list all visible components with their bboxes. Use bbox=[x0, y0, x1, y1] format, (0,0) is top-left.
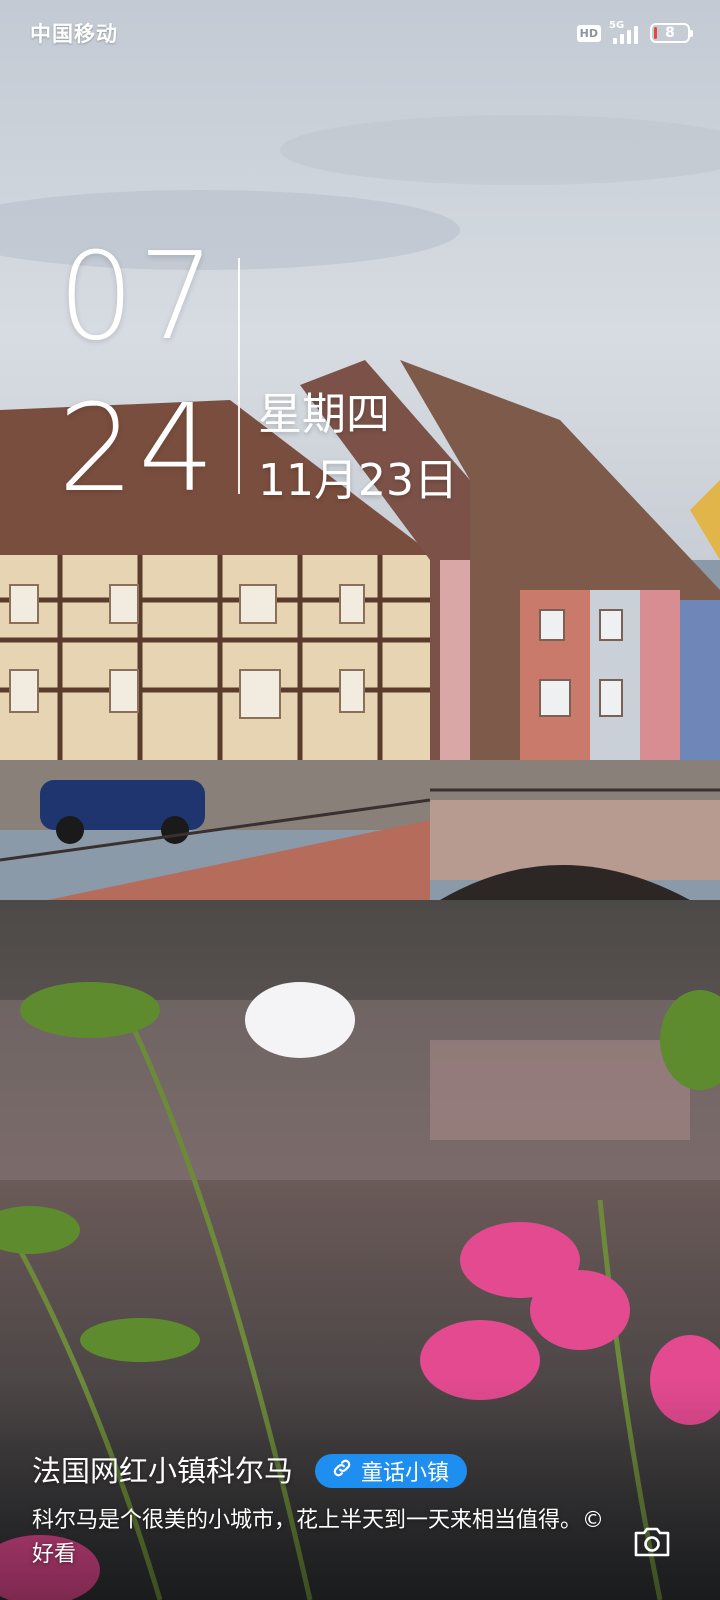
clock-minutes: 24 bbox=[58, 380, 219, 519]
signal-bar bbox=[627, 30, 631, 44]
status-icons: HD 5G 8 bbox=[576, 20, 693, 44]
carrier-name: 中国移动 bbox=[30, 22, 118, 46]
battery-level-fill bbox=[654, 27, 657, 39]
hd-voice-icon: HD bbox=[576, 24, 601, 42]
signal-bar bbox=[620, 34, 624, 44]
clock-divider bbox=[238, 258, 240, 494]
signal-bar bbox=[613, 38, 617, 44]
battery-level-text: 8 bbox=[665, 25, 675, 41]
magazine-tag-label: 童话小镇 bbox=[361, 1461, 450, 1486]
clock-hours: 07 bbox=[58, 228, 219, 367]
battery-icon: 8 bbox=[650, 23, 693, 43]
signal-strength-icon: 5G bbox=[609, 20, 638, 44]
lockscreen-clock: 07 24 星期四 11月23日 bbox=[58, 238, 518, 528]
clock-weekday: 星期四 bbox=[258, 389, 390, 440]
camera-icon bbox=[632, 1525, 672, 1563]
magazine-title[interactable]: 法国网红小镇科尔马 bbox=[32, 1452, 293, 1490]
magazine-caption: 法国网红小镇科尔马 童话小镇 科尔马是个很美的小城市，花上半天到一天来相当值得。… bbox=[32, 1452, 632, 1572]
clock-date: 11月23日 bbox=[258, 455, 458, 506]
network-type-label: 5G bbox=[609, 20, 625, 31]
magazine-description[interactable]: 科尔马是个很美的小城市，花上半天到一天来相当值得。©好看 bbox=[32, 1504, 622, 1572]
signal-bar bbox=[634, 26, 638, 44]
link-icon bbox=[331, 1457, 353, 1485]
caption-header: 法国网红小镇科尔马 童话小镇 bbox=[32, 1452, 632, 1490]
status-bar: 中国移动 HD 5G 8 bbox=[0, 0, 720, 66]
camera-shortcut-button[interactable] bbox=[630, 1522, 674, 1566]
magazine-tag-chip[interactable]: 童话小镇 bbox=[315, 1454, 468, 1488]
